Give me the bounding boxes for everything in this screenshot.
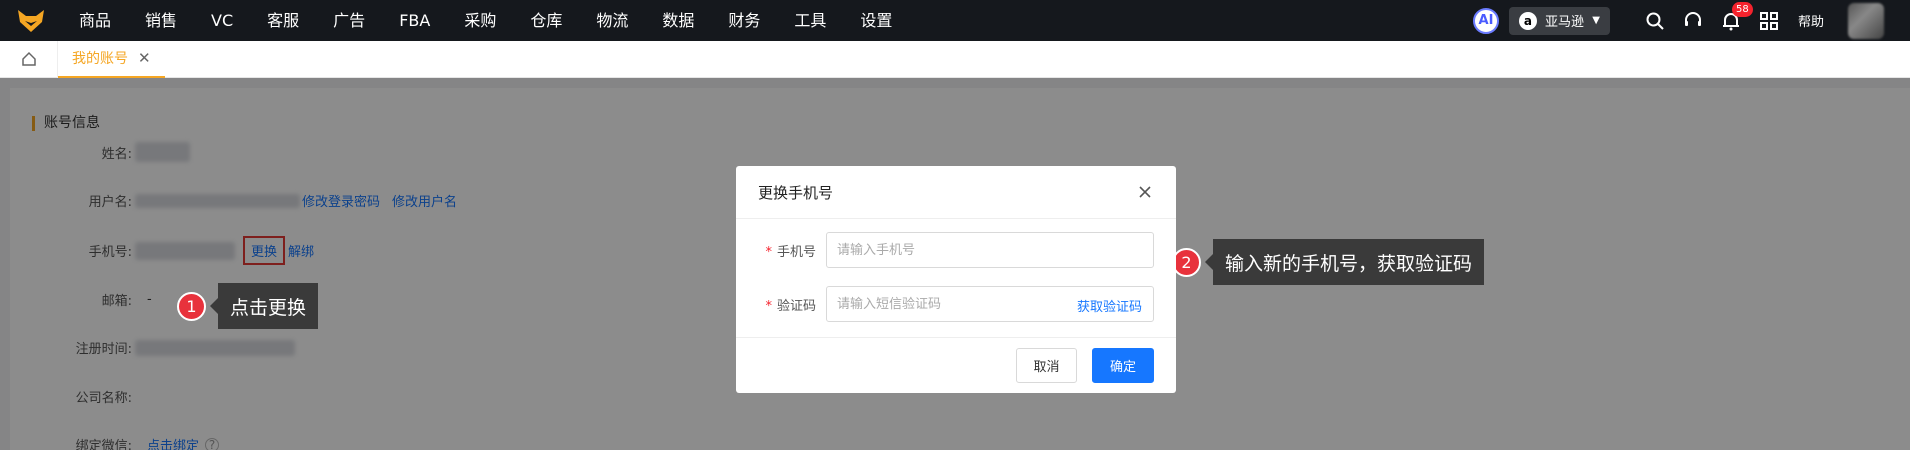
main-menu: 商品 销售 VC 客服 广告 FBA 采购 仓库 物流 数据 财务 工具 设置 [62, 0, 909, 41]
close-icon[interactable] [1136, 183, 1154, 201]
store-name: 亚马逊 [1544, 15, 1584, 30]
step-text: 输入新的手机号，获取验证码 [1204, 239, 1485, 285]
phone-field-row: * 手机号 [736, 232, 1154, 268]
step-number: 2 [1172, 247, 1201, 277]
nav-item[interactable]: 数据 [645, 0, 711, 41]
amazon-icon: a [1518, 11, 1537, 30]
tab-label: 我的账号 [72, 51, 128, 67]
search-button[interactable] [1636, 0, 1674, 41]
search-icon [1646, 12, 1664, 30]
fox-logo-icon [18, 9, 44, 32]
apps-grid-button[interactable] [1750, 0, 1788, 41]
confirm-button[interactable]: 确定 [1092, 348, 1154, 383]
nav-item[interactable]: 采购 [447, 0, 513, 41]
callout-step-2: 2 输入新的手机号，获取验证码 [1172, 239, 1485, 285]
headset-icon [1684, 11, 1701, 26]
change-phone-dialog: 更换手机号 *手机号 *验证码 获取验证码 取消 确定 [736, 166, 1176, 393]
code-field-row: *验证码 获取验证码 [736, 286, 1154, 322]
cancel-button[interactable]: 取消 [1016, 348, 1077, 383]
caret-down-icon: ▼ [1592, 15, 1600, 26]
required-mark: * [765, 244, 772, 260]
tab-bar: 我的账号 ✕ [0, 40, 1910, 78]
notification-button[interactable]: 58 [1712, 0, 1753, 41]
store-selector[interactable]: a 亚马逊 ▼ [1508, 6, 1610, 35]
nav-item[interactable]: 财务 [711, 0, 777, 41]
callout-step-1: 1 点击更换 [177, 283, 319, 329]
dialog-title: 更换手机号 [758, 183, 834, 202]
tab-my-account[interactable]: 我的账号 ✕ [58, 41, 165, 78]
help-link[interactable]: 帮助 [1798, 11, 1824, 30]
ai-assistant-button[interactable]: AI [1472, 7, 1499, 34]
ai-label: AI [1478, 13, 1494, 28]
nav-item[interactable]: FBA [382, 0, 447, 41]
support-button[interactable] [1674, 0, 1712, 41]
top-nav: 商品 销售 VC 客服 广告 FBA 采购 仓库 物流 数据 财务 工具 设置 AI a 亚马逊 ▼ 5… [0, 0, 1910, 41]
dialog-header: 更换手机号 [736, 166, 1176, 219]
phone-field-label-text: 手机号 [776, 244, 816, 260]
required-mark: * [765, 298, 772, 314]
user-avatar[interactable] [1848, 2, 1884, 39]
code-field-label: * 验证码 [736, 295, 826, 314]
nav-item[interactable]: 仓库 [513, 0, 579, 41]
get-code-button[interactable]: 获取验证码 [1077, 296, 1142, 315]
nav-item[interactable]: VC [194, 0, 250, 41]
phone-field-label: * 手机号 [736, 241, 826, 260]
home-icon [21, 51, 36, 66]
nav-item[interactable]: 商品 [62, 0, 128, 41]
close-tab-icon[interactable]: ✕ [138, 49, 151, 67]
grid-icon [1759, 11, 1778, 30]
nav-item[interactable]: 广告 [316, 0, 382, 41]
new-phone-input[interactable] [826, 232, 1154, 268]
home-tab[interactable] [0, 40, 58, 78]
nav-item[interactable]: 工具 [777, 0, 843, 41]
nav-item[interactable]: 物流 [579, 0, 645, 41]
step-text: 点击更换 [209, 283, 319, 329]
app-logo[interactable] [0, 0, 62, 41]
nav-item[interactable]: 设置 [843, 0, 909, 41]
nav-item[interactable]: 销售 [128, 0, 194, 41]
nav-right-tools: AI a 亚马逊 ▼ 58 帮助 [1472, 0, 1910, 41]
step-number: 1 [177, 291, 206, 321]
code-input-wrapper: 获取验证码 [826, 286, 1154, 322]
dialog-footer: 取消 确定 [736, 337, 1176, 393]
code-field-label-text: 验证码 [776, 298, 816, 314]
nav-item[interactable]: 客服 [250, 0, 316, 41]
